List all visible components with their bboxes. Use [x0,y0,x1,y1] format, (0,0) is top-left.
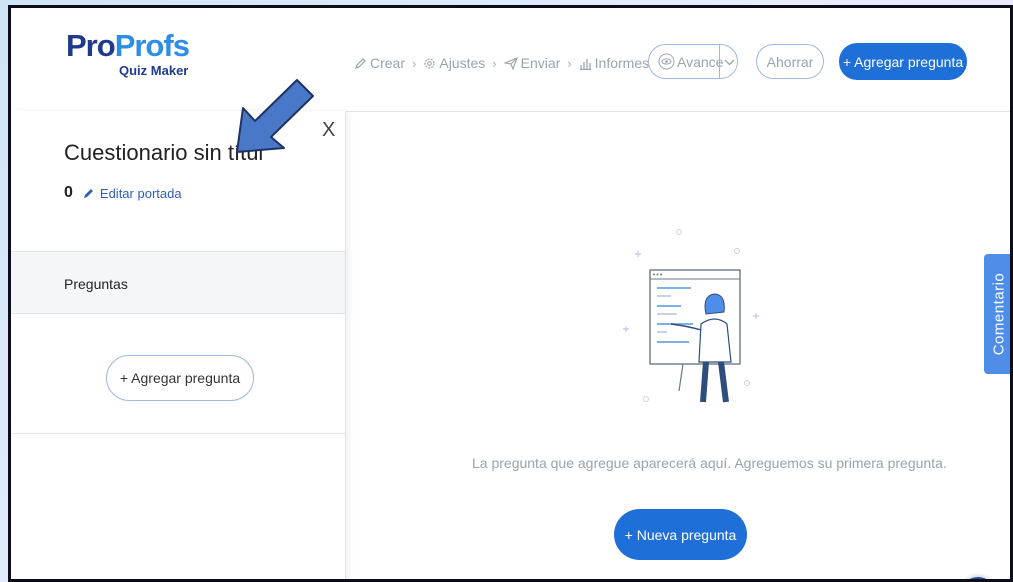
save-button[interactable]: Ahorrar [756,44,824,79]
step-ajustes[interactable]: Ajustes [423,55,485,71]
pencil-icon [355,57,366,69]
divider [719,45,720,78]
divider [11,433,345,434]
annotation-arrow-icon [236,79,314,153]
logo-subtitle: Quiz Maker [119,63,189,78]
new-question-button[interactable]: + Nueva pregunta [614,509,747,560]
step-crear[interactable]: Crear [354,55,405,71]
close-icon[interactable]: X [322,119,335,142]
step-label: Crear [370,55,406,71]
chevron-right-icon: › [412,55,417,71]
questions-section-label: Preguntas [64,276,128,292]
chevron-right-icon: › [492,55,497,71]
preview-label: Avance [677,54,724,70]
top-header: ProProfs Quiz Maker Crear › Ajustes › En… [11,8,1010,112]
empty-state-illustration [623,229,759,403]
pencil-icon [83,188,93,198]
bar-chart-icon [579,58,591,70]
step-navigation: Crear › Ajustes › Enviar › Informes [354,55,649,71]
app-window: ProProfs Quiz Maker Crear › Ajustes › En… [8,5,1013,582]
eye-icon [658,53,675,70]
step-enviar[interactable]: Enviar [503,55,561,71]
feedback-tab[interactable]: Comentario [984,254,1010,374]
step-label: Enviar [520,55,561,71]
empty-state-message: La pregunta que agregue aparecerá aquí. … [472,455,947,471]
logo-wordmark: ProProfs [66,28,190,63]
preview-dropdown[interactable]: Avance [648,44,738,79]
paper-plane-icon [503,56,518,70]
questions-section[interactable]: Preguntas [11,251,345,314]
quiz-sidebar: X Cuestionario sin títul 0 Editar portad… [11,111,346,579]
step-label: Ajustes [439,55,486,71]
chevron-down-icon[interactable] [723,56,736,68]
gear-icon [424,57,435,69]
cover-row: 0 Editar portada [64,184,182,202]
feedback-tab-label: Comentario [990,272,1008,356]
sidebar-add-question-button[interactable]: + Agregar pregunta [106,355,254,401]
step-informes[interactable]: Informes [579,55,649,71]
add-question-button[interactable]: + Agregar pregunta [839,43,967,80]
cover-count: 0 [64,184,73,201]
chat-bubble-icon[interactable] [961,577,995,579]
chevron-right-icon: › [567,55,572,71]
proprofs-logo[interactable]: ProProfs Quiz Maker [66,28,190,79]
step-label: Informes [594,55,650,71]
edit-cover-link[interactable]: Editar portada [100,186,182,201]
